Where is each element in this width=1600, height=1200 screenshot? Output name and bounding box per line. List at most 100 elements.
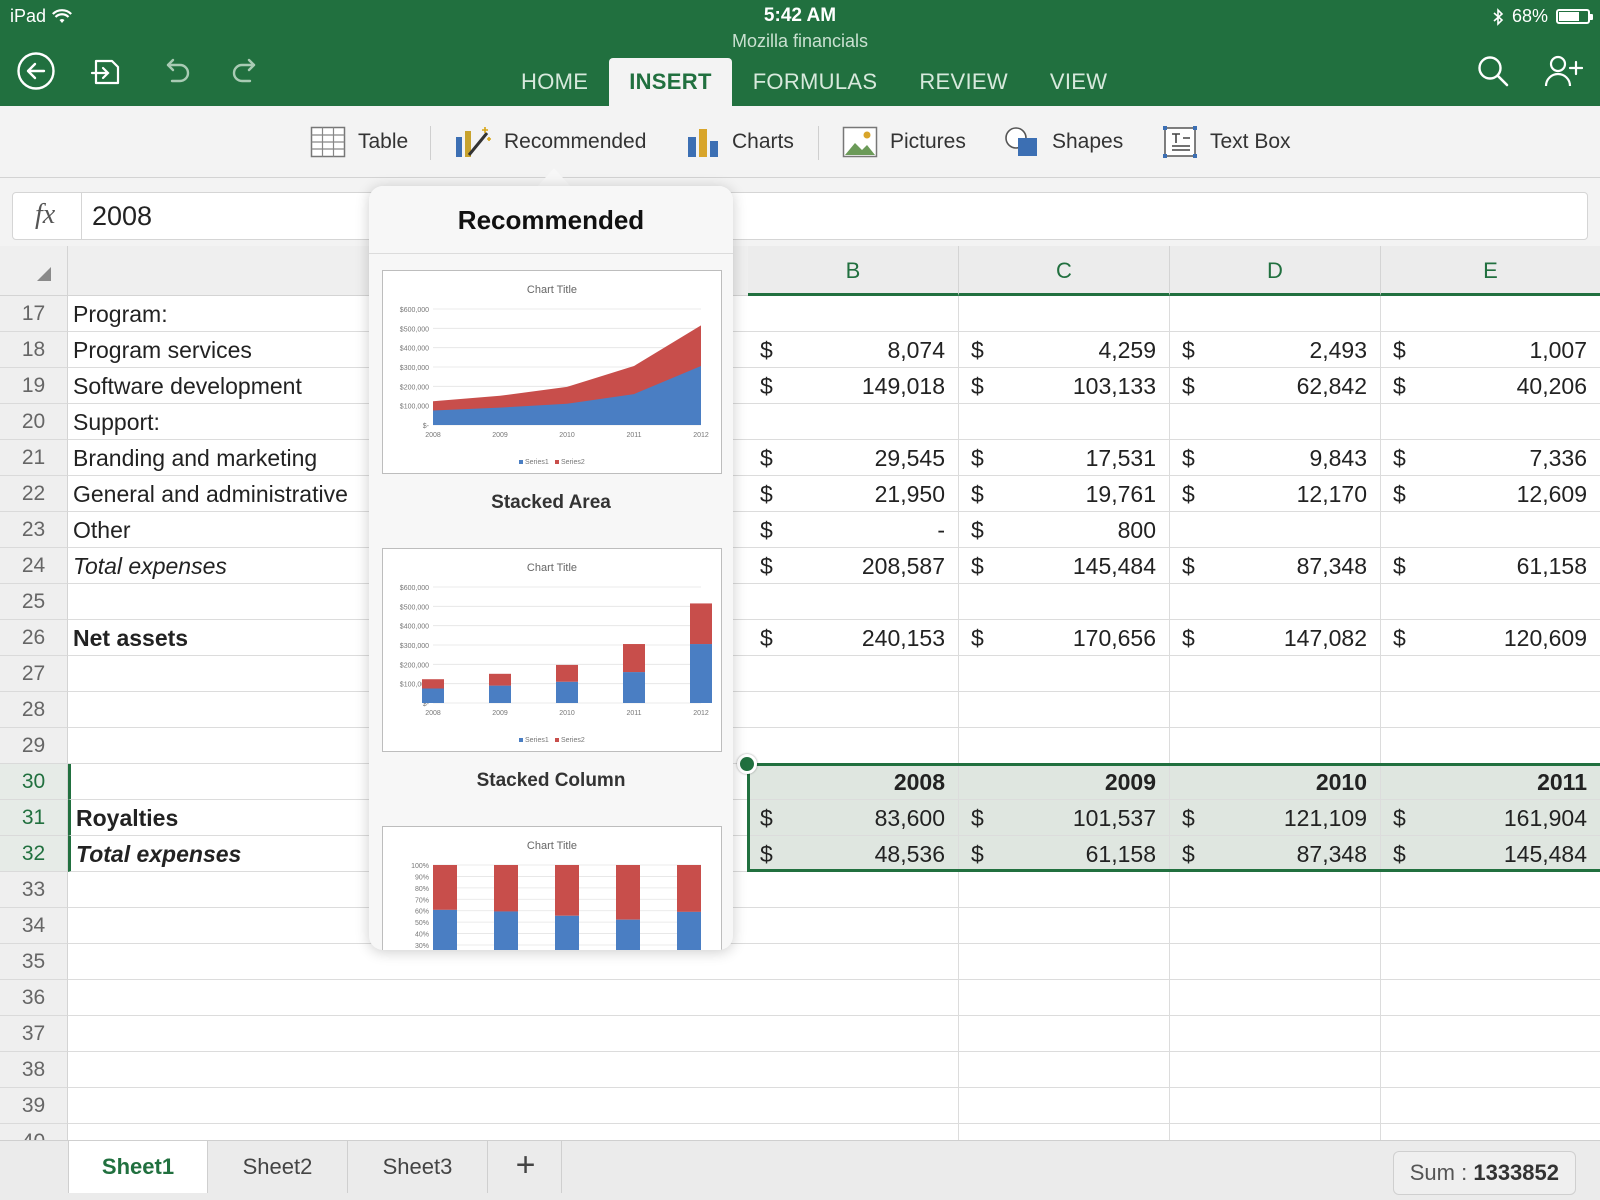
cell-value[interactable]: $62,842 <box>1170 368 1381 404</box>
cell-value[interactable] <box>959 296 1170 332</box>
cell-value[interactable] <box>1381 296 1600 332</box>
cell-value[interactable] <box>959 872 1170 908</box>
cell-value[interactable] <box>1381 980 1600 1016</box>
row-number[interactable]: 25 <box>0 584 68 620</box>
column-header-d[interactable]: D <box>1170 246 1381 296</box>
cell-value[interactable]: 2011 <box>1381 764 1600 800</box>
cell-value[interactable] <box>1170 728 1381 764</box>
cell-value[interactable] <box>959 584 1170 620</box>
cell-value[interactable] <box>1381 584 1600 620</box>
cell-value[interactable] <box>959 980 1170 1016</box>
cell-value[interactable] <box>748 908 959 944</box>
cell-value[interactable] <box>748 584 959 620</box>
cell-value[interactable] <box>959 404 1170 440</box>
cell-value[interactable] <box>748 728 959 764</box>
cell-value[interactable] <box>748 656 959 692</box>
cell-value[interactable] <box>748 872 959 908</box>
formula-input[interactable]: 2008 <box>92 201 152 232</box>
row-number[interactable]: 34 <box>0 908 68 944</box>
cell-value[interactable]: 2010 <box>1170 764 1381 800</box>
cell-value[interactable] <box>959 1088 1170 1124</box>
selection-handle[interactable] <box>737 754 757 774</box>
cell-value[interactable] <box>1170 1016 1381 1052</box>
cell-value[interactable]: $103,133 <box>959 368 1170 404</box>
text-box-button[interactable]: Text Box <box>1162 122 1291 162</box>
row-number[interactable]: 35 <box>0 944 68 980</box>
cell-value[interactable] <box>1170 512 1381 548</box>
cell-value[interactable] <box>1381 1052 1600 1088</box>
row-number[interactable]: 21 <box>0 440 68 476</box>
cell-value[interactable] <box>1170 404 1381 440</box>
cell-value[interactable] <box>959 908 1170 944</box>
cell-value[interactable] <box>959 1052 1170 1088</box>
row-number[interactable]: 31 <box>0 800 68 836</box>
cell-value[interactable]: $120,609 <box>1381 620 1600 656</box>
cell-value[interactable] <box>959 1016 1170 1052</box>
cell-value[interactable] <box>1170 692 1381 728</box>
cell-value[interactable] <box>748 944 959 980</box>
cell-value[interactable]: $19,761 <box>959 476 1170 512</box>
cell-value[interactable] <box>1170 944 1381 980</box>
select-all-corner[interactable] <box>0 246 68 296</box>
cell-value[interactable] <box>1170 908 1381 944</box>
cell-value[interactable]: $145,484 <box>1381 836 1600 872</box>
tab-view[interactable]: VIEW <box>1029 58 1128 106</box>
cell-label[interactable] <box>68 1088 748 1124</box>
undo-button[interactable] <box>155 50 197 92</box>
cell-value[interactable]: $29,545 <box>748 440 959 476</box>
row-number[interactable]: 33 <box>0 872 68 908</box>
cell-value[interactable] <box>748 1016 959 1052</box>
back-button[interactable] <box>15 50 57 92</box>
row-number[interactable]: 18 <box>0 332 68 368</box>
cell-value[interactable]: $83,600 <box>748 800 959 836</box>
cell-value[interactable] <box>1381 944 1600 980</box>
cell-value[interactable] <box>1381 1124 1600 1140</box>
column-header-b[interactable]: B <box>748 246 959 296</box>
cell-value[interactable] <box>959 1124 1170 1140</box>
share-button[interactable] <box>1542 50 1584 92</box>
cell-value[interactable] <box>748 980 959 1016</box>
cell-value[interactable]: 2009 <box>959 764 1170 800</box>
row-number[interactable]: 22 <box>0 476 68 512</box>
cell-value[interactable] <box>959 656 1170 692</box>
cell-value[interactable]: $240,153 <box>748 620 959 656</box>
cell-label[interactable] <box>68 1016 748 1052</box>
column-header-e[interactable]: E <box>1381 246 1600 296</box>
cell-value[interactable]: $40,206 <box>1381 368 1600 404</box>
cell-value[interactable] <box>1381 1016 1600 1052</box>
cell-value[interactable]: $21,950 <box>748 476 959 512</box>
row-number[interactable]: 26 <box>0 620 68 656</box>
sheet-tab-1[interactable]: Sheet1 <box>68 1141 208 1193</box>
percent-column-option[interactable]: Chart Title 100% 90% 80% 70% 60% 50% 40% 30% <box>382 826 722 950</box>
add-sheet-button[interactable]: + <box>490 1141 562 1193</box>
cell-value[interactable]: $149,018 <box>748 368 959 404</box>
row-number[interactable]: 27 <box>0 656 68 692</box>
cell-value[interactable]: $800 <box>959 512 1170 548</box>
cell-value[interactable] <box>748 404 959 440</box>
cell-value[interactable]: $12,609 <box>1381 476 1600 512</box>
row-number[interactable]: 36 <box>0 980 68 1016</box>
recommended-charts-button[interactable]: Recommended <box>454 122 646 162</box>
cell-value[interactable]: $61,158 <box>959 836 1170 872</box>
row-number[interactable]: 19 <box>0 368 68 404</box>
cell-value[interactable] <box>1170 296 1381 332</box>
cell-value[interactable]: $145,484 <box>959 548 1170 584</box>
row-number[interactable]: 38 <box>0 1052 68 1088</box>
pictures-button[interactable]: Pictures <box>842 122 966 162</box>
cell-value[interactable] <box>1381 1088 1600 1124</box>
cell-value[interactable] <box>748 692 959 728</box>
cell-value[interactable] <box>1170 1088 1381 1124</box>
tab-insert[interactable]: INSERT <box>609 58 732 106</box>
cell-value[interactable] <box>1381 872 1600 908</box>
search-button[interactable] <box>1472 50 1514 92</box>
cell-value[interactable]: $170,656 <box>959 620 1170 656</box>
row-number[interactable]: 23 <box>0 512 68 548</box>
cell-value[interactable]: $147,082 <box>1170 620 1381 656</box>
cell-value[interactable] <box>1381 404 1600 440</box>
cell-value[interactable] <box>1170 1124 1381 1140</box>
cell-value[interactable]: $121,109 <box>1170 800 1381 836</box>
cell-value[interactable] <box>1170 1052 1381 1088</box>
cell-label[interactable] <box>68 980 748 1016</box>
row-number[interactable]: 20 <box>0 404 68 440</box>
cell-value[interactable]: $2,493 <box>1170 332 1381 368</box>
